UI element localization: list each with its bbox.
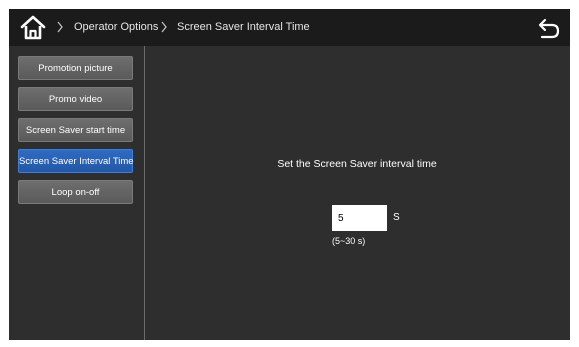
top-bar: Operator Options Screen Saver Interval T… — [9, 9, 570, 46]
sidebar: Promotion picture Promo video Screen Sav… — [9, 46, 145, 340]
unit-label: S — [393, 212, 400, 223]
sidebar-item-promotion-picture[interactable]: Promotion picture — [18, 56, 133, 80]
chevron-right-icon — [161, 21, 167, 33]
breadcrumb-operator-options[interactable]: Operator Options — [74, 9, 158, 46]
sidebar-item-promo-video[interactable]: Promo video — [18, 87, 133, 111]
home-icon[interactable] — [19, 14, 47, 41]
sidebar-item-screen-saver-interval-time[interactable]: Screen Saver Interval Time — [18, 149, 134, 173]
app-screen: Operator Options Screen Saver Interval T… — [9, 9, 570, 340]
settings-title: Set the Screen Saver interval time — [277, 158, 437, 170]
return-arrow-icon[interactable] — [535, 16, 561, 40]
sidebar-item-loop-on-off[interactable]: Loop on-off — [18, 180, 133, 204]
breadcrumb-current-page: Screen Saver Interval Time — [177, 21, 310, 33]
interval-time-input[interactable] — [332, 205, 387, 231]
range-hint: (5~30 s) — [332, 236, 366, 246]
sidebar-item-screen-saver-start-time[interactable]: Screen Saver start time — [18, 118, 133, 142]
chevron-right-icon — [57, 21, 63, 33]
